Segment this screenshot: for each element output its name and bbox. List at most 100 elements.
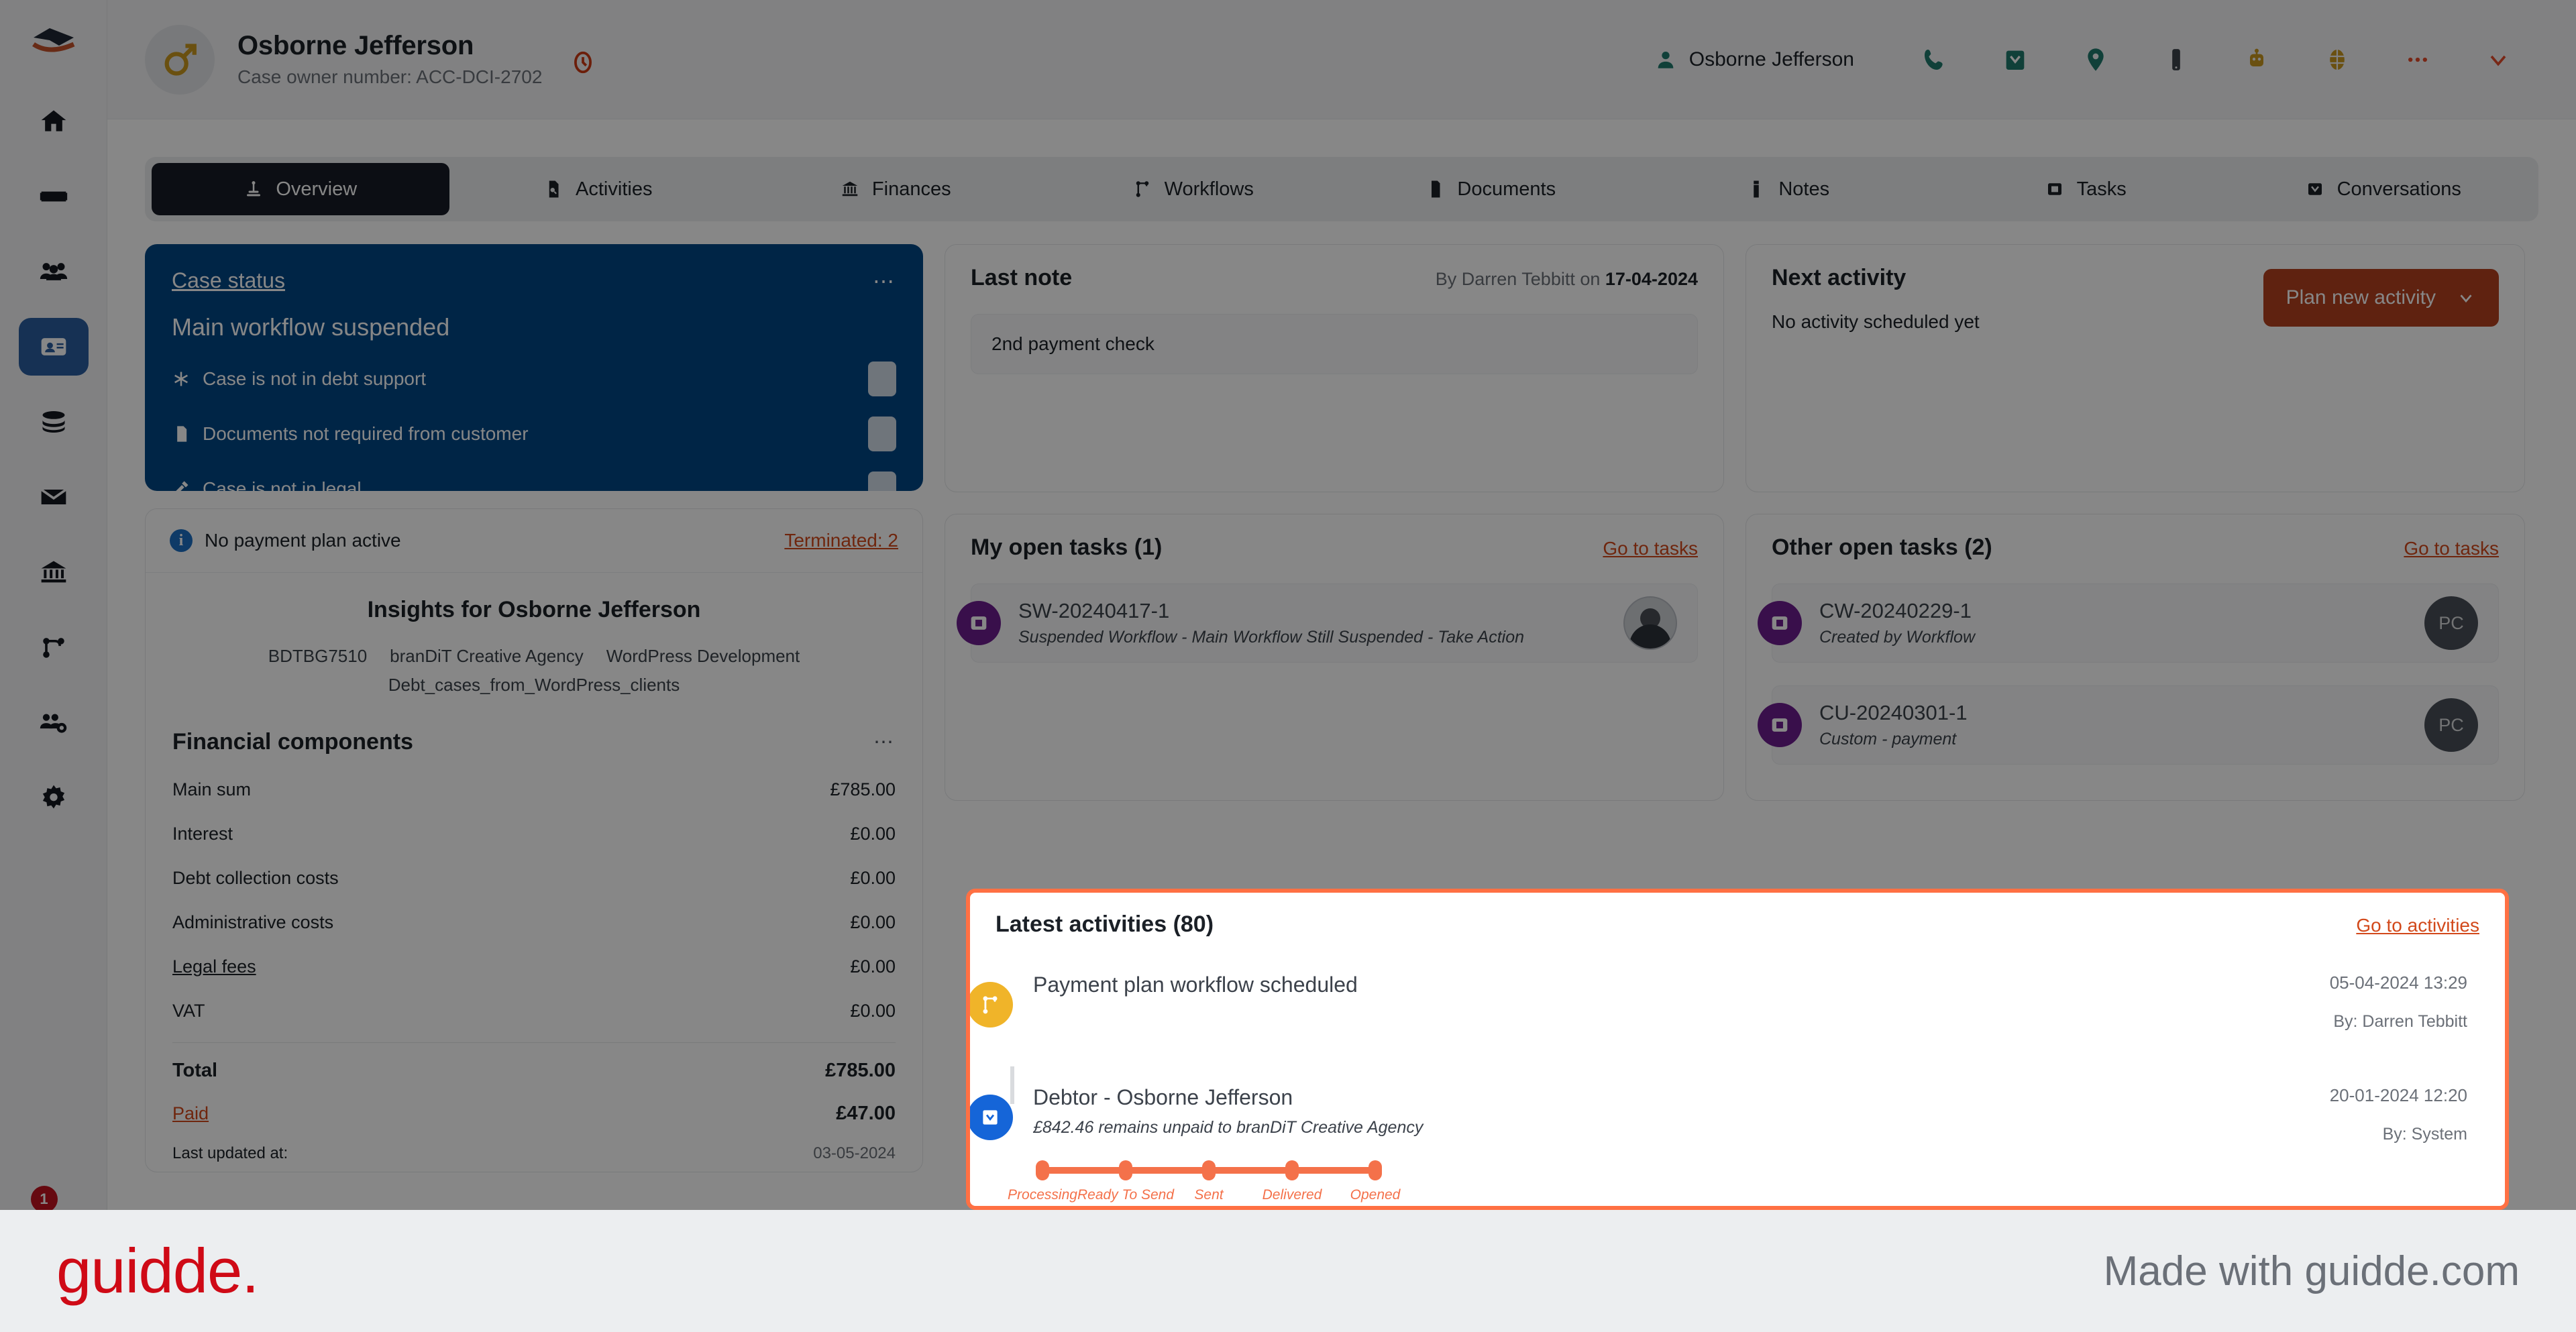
case-status-menu-icon[interactable]: ⋯ bbox=[873, 268, 896, 294]
tab-label: Tasks bbox=[2076, 178, 2127, 200]
last-note-header: Last note By Darren Tebbitt on 17-04-202… bbox=[945, 245, 1723, 291]
sidebar-item-data[interactable] bbox=[19, 393, 89, 451]
tab-finances[interactable]: Finances bbox=[747, 163, 1044, 215]
sidebar-item-teams[interactable] bbox=[19, 693, 89, 751]
location-pin-icon[interactable] bbox=[2055, 46, 2136, 73]
tab-workflows[interactable]: Workflows bbox=[1044, 163, 1342, 215]
financial-row-label: Main sum bbox=[172, 779, 252, 799]
sidebar-item-customers[interactable] bbox=[19, 243, 89, 300]
notification-badge: 1 bbox=[30, 1186, 58, 1210]
task-id: CU-20240301-1 bbox=[1819, 701, 1968, 724]
activity-item[interactable]: Debtor - Osborne Jefferson £842.46 remai… bbox=[970, 1066, 2485, 1206]
latest-activities-header: Latest activities (80) Go to activities bbox=[970, 893, 2505, 938]
task-row[interactable]: CU-20240301-1 Custom - payment PC bbox=[1758, 685, 2499, 765]
current-user[interactable]: Osborne Jefferson bbox=[1654, 48, 1854, 71]
financial-row-value: £0.00 bbox=[850, 911, 896, 932]
workflows-icon bbox=[1136, 181, 1148, 197]
task-row[interactable]: SW-20240417-1 Suspended Workflow - Main … bbox=[957, 584, 1698, 663]
chevron-down-icon[interactable] bbox=[2458, 46, 2538, 73]
plan-new-activity-button[interactable]: Plan new activity bbox=[2263, 269, 2499, 327]
financial-row-value: £0.00 bbox=[850, 823, 896, 844]
task-text: CW-20240229-1 Created by Workflow bbox=[1819, 599, 1975, 647]
paid-value: £47.00 bbox=[836, 1102, 896, 1124]
total-label: Total bbox=[172, 1059, 218, 1081]
last-note-body: 2nd payment check bbox=[971, 314, 1698, 374]
insights-tags: BDTBG7510 branDiT Creative Agency WordPr… bbox=[172, 646, 896, 696]
sidebar-item-cases[interactable] bbox=[19, 168, 89, 225]
timeline-connector bbox=[1010, 1066, 1014, 1104]
globe-icon[interactable] bbox=[2297, 46, 2377, 73]
case-status-title: Case status bbox=[172, 268, 285, 292]
insight-tag: BDTBG7510 bbox=[268, 646, 368, 666]
page-header: Osborne Jefferson Case owner number: ACC… bbox=[107, 0, 2576, 119]
mobile-icon[interactable] bbox=[2136, 46, 2216, 73]
financial-row: Legal fees £0.00 bbox=[146, 944, 922, 989]
sidebar-item-finance[interactable] bbox=[19, 543, 89, 601]
tab-activities[interactable]: Activities bbox=[449, 163, 747, 215]
tab-notes[interactable]: Notes bbox=[1640, 163, 1937, 215]
male-gender-icon bbox=[164, 43, 197, 76]
task-text: CU-20240301-1 Custom - payment bbox=[1819, 701, 1968, 749]
tab-label: Overview bbox=[276, 178, 358, 200]
tab-label: Workflows bbox=[1164, 178, 1254, 200]
progress-step-label: Opened bbox=[1350, 1187, 1401, 1203]
case-status-row-label: Case is not in legal bbox=[203, 478, 362, 499]
sidebar-item-workflows[interactable] bbox=[19, 618, 89, 676]
task-row[interactable]: CW-20240229-1 Created by Workflow PC bbox=[1758, 584, 2499, 663]
case-status-row-label: Documents not required from customer bbox=[203, 423, 529, 444]
tab-documents[interactable]: Documents bbox=[1342, 163, 1640, 215]
activity-author: By: System bbox=[2382, 1125, 2467, 1144]
robot-icon[interactable] bbox=[2216, 46, 2297, 73]
guidde-logo: guidde. bbox=[56, 1235, 259, 1306]
notes-icon bbox=[1754, 180, 1760, 198]
sidebar-item-mail[interactable] bbox=[19, 468, 89, 526]
case-owner-number: Case owner number: ACC-DCI-2702 bbox=[237, 66, 543, 87]
sidebar-item-home[interactable] bbox=[19, 93, 89, 150]
next-activity-card: Next activity Plan new activity No activ… bbox=[1746, 244, 2525, 492]
tab-label: Finances bbox=[871, 178, 951, 200]
finances-icon bbox=[842, 181, 858, 197]
progress-node bbox=[1119, 1160, 1132, 1180]
latest-activities-list: Payment plan workflow scheduled 05-04-20… bbox=[970, 954, 2505, 1206]
financial-row-label: VAT bbox=[172, 1000, 205, 1021]
case-status-toggle[interactable] bbox=[868, 362, 896, 396]
financial-total-row: Total £785.00 bbox=[146, 1050, 922, 1091]
tab-overview[interactable]: Overview bbox=[152, 163, 449, 215]
financial-row: Administrative costs £0.00 bbox=[146, 900, 922, 944]
case-status-toggle[interactable] bbox=[868, 417, 896, 451]
task-description: Custom - payment bbox=[1819, 730, 1957, 748]
go-to-tasks-link[interactable]: Go to tasks bbox=[2404, 538, 2499, 559]
financial-row-value: £785.00 bbox=[830, 779, 896, 799]
go-to-activities-link[interactable]: Go to activities bbox=[2356, 915, 2479, 936]
phone-icon[interactable] bbox=[1894, 46, 1975, 73]
activity-item[interactable]: Payment plan workflow scheduled 05-04-20… bbox=[970, 954, 2485, 1050]
case-status-toggle[interactable] bbox=[868, 471, 896, 506]
tab-conversations[interactable]: Conversations bbox=[2235, 163, 2532, 215]
legal-fees-link[interactable]: Legal fees bbox=[172, 956, 256, 977]
activities-icon bbox=[549, 180, 559, 198]
case-status-row: Case is not in legal bbox=[172, 471, 896, 506]
financial-menu-icon[interactable]: ⋯ bbox=[873, 730, 896, 754]
payment-plan-row: i No payment plan active Terminated: 2 bbox=[146, 509, 922, 573]
progress-node bbox=[1285, 1160, 1299, 1180]
activity-author: By: Darren Tebbitt bbox=[2333, 1012, 2467, 1031]
sidebar-item-settings[interactable] bbox=[19, 769, 89, 826]
tab-tasks[interactable]: Tasks bbox=[1937, 163, 2235, 215]
documents-icon bbox=[1432, 180, 1440, 198]
financial-row: Debt collection costs £0.00 bbox=[146, 856, 922, 900]
more-options-icon[interactable] bbox=[2377, 46, 2458, 73]
latest-activities-card: Latest activities (80) Go to activities … bbox=[966, 889, 2509, 1210]
email-icon[interactable] bbox=[1975, 46, 2055, 73]
left-column: ⋯ Case status Main workflow suspended Ca… bbox=[145, 244, 923, 1172]
priority-flag-icon[interactable] bbox=[570, 50, 596, 78]
paid-link[interactable]: Paid bbox=[172, 1103, 209, 1124]
tasks-icon bbox=[957, 601, 1001, 645]
financial-row-value: £0.00 bbox=[850, 867, 896, 888]
sidebar-item-debtors[interactable] bbox=[18, 318, 89, 376]
insight-tag: WordPress Development bbox=[606, 646, 800, 666]
terminated-link[interactable]: Terminated: 2 bbox=[784, 530, 898, 551]
go-to-tasks-link[interactable]: Go to tasks bbox=[1603, 538, 1698, 559]
activity-main: Debtor - Osborne Jefferson £842.46 remai… bbox=[1008, 1085, 2303, 1203]
task-description: Created by Workflow bbox=[1819, 628, 1976, 647]
app-logo[interactable] bbox=[30, 25, 78, 60]
